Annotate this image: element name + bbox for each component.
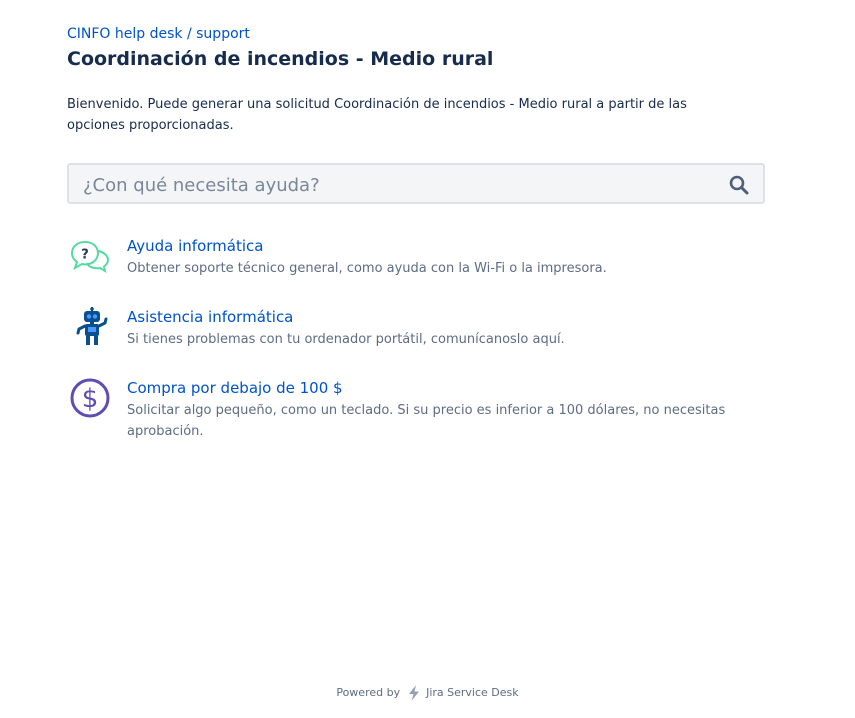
search-icon[interactable] (729, 175, 749, 195)
footer-powered-by: Powered by (336, 686, 401, 699)
breadcrumb-section-link[interactable]: support (196, 26, 250, 42)
page-title: Coordinación de incendios - Medio rural (67, 48, 494, 70)
search-box[interactable] (67, 163, 765, 204)
footer-product-link[interactable]: Jira Service Desk (426, 686, 519, 699)
speech-bubbles-question-icon: ? (70, 240, 110, 274)
svg-text:?: ? (81, 248, 89, 263)
request-type-title[interactable]: Asistencia informática (127, 307, 293, 327)
request-type-title[interactable]: Compra por debajo de 100 $ (127, 378, 343, 398)
footer: Powered by Jira Service Desk (0, 685, 855, 701)
request-type-ayuda-informatica[interactable]: ? Ayuda informática Obtener soporte técn… (67, 236, 747, 280)
request-type-asistencia-informatica[interactable]: Asistencia informática Si tienes problem… (67, 307, 747, 351)
svg-text:$: $ (82, 384, 99, 414)
jira-bolt-icon (408, 685, 419, 701)
breadcrumb: CINFO help desk / support (67, 25, 250, 43)
breadcrumb-portal-link[interactable]: CINFO help desk (67, 26, 183, 42)
breadcrumb-separator: / (182, 26, 197, 42)
search-input[interactable] (83, 173, 703, 197)
dollar-coin-icon: $ (70, 378, 110, 418)
request-type-description: Si tienes problemas con tu ordenador por… (127, 332, 565, 347)
request-type-description: Obtener soporte técnico general, como ay… (127, 261, 607, 276)
request-type-compra[interactable]: $ Compra por debajo de 100 $ Solicitar a… (67, 378, 747, 442)
robot-icon (76, 307, 108, 345)
request-type-description: Solicitar algo pequeño, como un teclado.… (127, 403, 726, 439)
welcome-message: Bienvenido. Puede generar una solicitud … (67, 97, 687, 133)
request-type-title[interactable]: Ayuda informática (127, 236, 263, 256)
